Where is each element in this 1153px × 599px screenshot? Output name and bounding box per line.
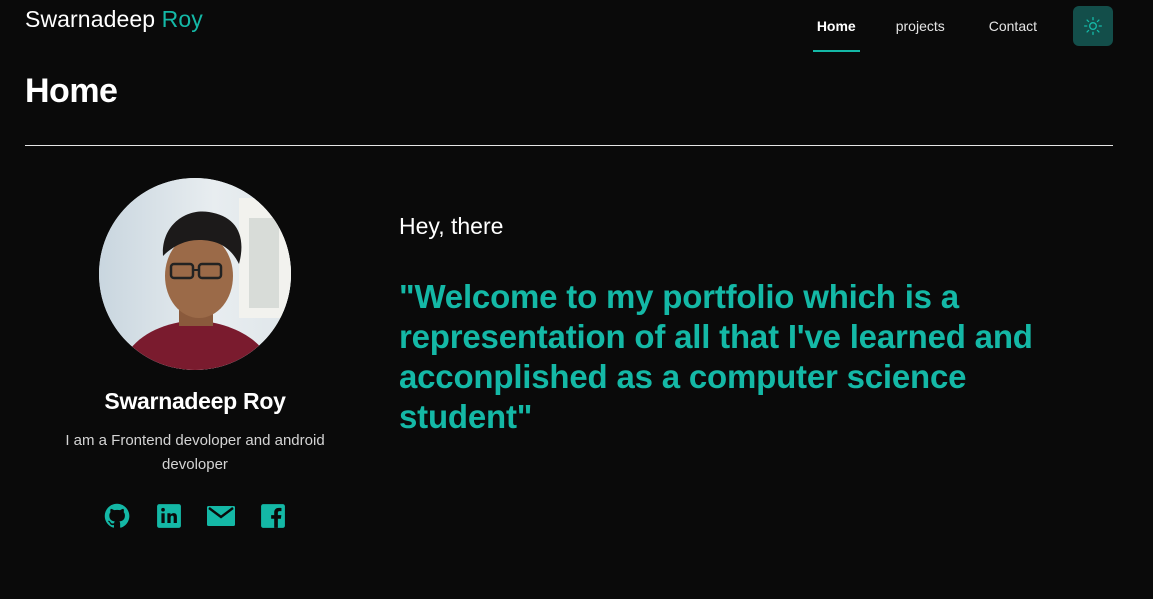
avatar — [99, 178, 291, 370]
nav-item-projects[interactable]: projects — [892, 0, 949, 52]
facebook-link[interactable] — [258, 501, 288, 531]
mail-link[interactable] — [206, 501, 236, 531]
mail-icon — [207, 506, 235, 526]
nav-item-contact[interactable]: Contact — [985, 0, 1041, 52]
github-link[interactable] — [102, 501, 132, 531]
site-header: Swarnadeep Roy Home projects Contact — [0, 0, 1153, 52]
nav-item-home[interactable]: Home — [812, 0, 860, 52]
github-icon — [104, 503, 130, 528]
main-nav: Home projects Contact — [812, 0, 1113, 52]
brand-last-name: Roy — [161, 6, 203, 32]
profile-name: Swarnadeep Roy — [104, 388, 286, 414]
social-links — [25, 501, 365, 531]
profile-card: Swarnadeep Roy I am a Frontend devoloper… — [25, 178, 365, 531]
sun-icon — [1084, 17, 1102, 35]
theme-toggle-button[interactable] — [1073, 6, 1113, 46]
brand-logo[interactable]: Swarnadeep Roy — [25, 6, 203, 33]
linkedin-icon — [157, 504, 181, 528]
greeting-text: Hey, there — [399, 213, 504, 239]
brand-first-name: Swarnadeep — [25, 6, 156, 32]
welcome-quote: "Welcome to my portfolio which is a repr… — [399, 278, 1033, 435]
title-divider — [25, 145, 1113, 146]
avatar-photo — [99, 178, 291, 370]
linkedin-link[interactable] — [154, 501, 184, 531]
page-title: Home — [25, 72, 118, 110]
portfolio-page: Swarnadeep Roy Home projects Contact Hom… — [0, 0, 1153, 599]
facebook-icon — [261, 504, 285, 528]
profile-bio: I am a Frontend devoloper and android de… — [65, 432, 325, 473]
